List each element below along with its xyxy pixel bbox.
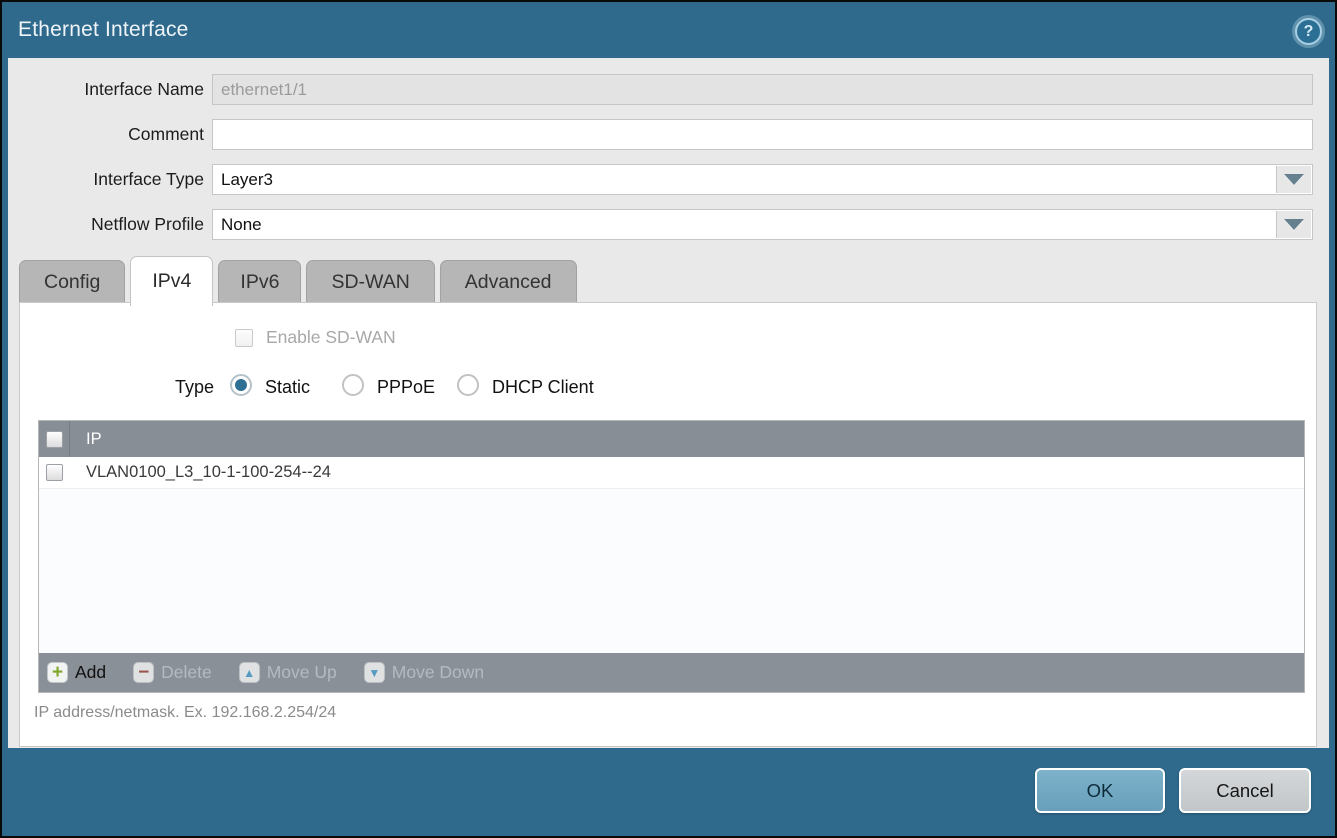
comment-label: Comment bbox=[8, 119, 204, 150]
tab-ipv6-label: IPv6 bbox=[240, 271, 279, 294]
tab-ipv6[interactable]: IPv6 bbox=[218, 260, 301, 304]
add-button[interactable]: + Add bbox=[47, 662, 106, 683]
chevron-down-icon bbox=[1284, 174, 1304, 185]
interface-type-dropdown-button[interactable] bbox=[1276, 166, 1311, 193]
delete-button-label: Delete bbox=[161, 662, 212, 683]
add-button-label: Add bbox=[75, 662, 106, 683]
radio-pppoe[interactable] bbox=[342, 374, 364, 396]
header-checkbox-cell bbox=[39, 421, 70, 457]
ip-hint-text: IP address/netmask. Ex. 192.168.2.254/24 bbox=[34, 704, 336, 722]
arrow-up-icon: ▲ bbox=[239, 662, 260, 683]
netflow-profile-select[interactable]: None bbox=[212, 209, 1313, 240]
radio-static[interactable] bbox=[230, 374, 252, 396]
enable-sdwan-row: Enable SD-WAN bbox=[235, 327, 396, 348]
tab-config-label: Config bbox=[44, 271, 100, 294]
dialog-title: Ethernet Interface bbox=[18, 18, 189, 42]
table-toolbar: + Add − Delete ▲ Move Up ▼ Move Down bbox=[39, 653, 1304, 692]
ipv4-panel: Enable SD-WAN Type Static PPPoE DHCP Cli… bbox=[19, 302, 1317, 747]
comment-input[interactable] bbox=[212, 119, 1313, 150]
tab-ipv4[interactable]: IPv4 bbox=[130, 256, 213, 306]
move-down-button-label: Move Down bbox=[392, 662, 484, 683]
move-down-button: ▼ Move Down bbox=[364, 662, 484, 683]
delete-button: − Delete bbox=[133, 662, 212, 683]
netflow-profile-dropdown-button[interactable] bbox=[1276, 211, 1311, 238]
chevron-down-icon bbox=[1284, 219, 1304, 230]
interface-name-value: ethernet1/1 bbox=[213, 75, 1312, 104]
tab-sdwan-label: SD-WAN bbox=[331, 271, 409, 294]
interface-name-label: Interface Name bbox=[8, 74, 204, 105]
arrow-down-icon: ▼ bbox=[364, 662, 385, 683]
interface-type-value: Layer3 bbox=[213, 165, 1312, 194]
radio-dot bbox=[235, 379, 247, 391]
plus-icon: + bbox=[47, 662, 68, 683]
netflow-profile-label: Netflow Profile bbox=[8, 209, 204, 240]
row-ip-value: VLAN0100_L3_10-1-100-254--24 bbox=[70, 463, 331, 482]
netflow-profile-value: None bbox=[213, 210, 1312, 239]
enable-sdwan-label: Enable SD-WAN bbox=[266, 327, 396, 348]
ethernet-interface-dialog: Ethernet Interface ? Interface Name ethe… bbox=[0, 0, 1337, 838]
cancel-button[interactable]: Cancel bbox=[1179, 768, 1311, 813]
comment-row: Comment bbox=[8, 119, 1329, 150]
tab-bar: Config IPv4 IPv6 SD-WAN Advanced bbox=[19, 254, 577, 304]
ip-table: IP VLAN0100_L3_10-1-100-254--24 + Add − bbox=[38, 420, 1305, 693]
minus-icon: − bbox=[133, 662, 154, 683]
interface-name-row: Interface Name ethernet1/1 bbox=[8, 74, 1329, 105]
tab-advanced-label: Advanced bbox=[465, 271, 552, 294]
tab-sdwan[interactable]: SD-WAN bbox=[306, 260, 434, 304]
radio-dot bbox=[462, 379, 474, 391]
enable-sdwan-checkbox bbox=[235, 329, 253, 347]
tab-config[interactable]: Config bbox=[19, 260, 125, 304]
tab-advanced[interactable]: Advanced bbox=[440, 260, 577, 304]
table-row[interactable]: VLAN0100_L3_10-1-100-254--24 bbox=[39, 457, 1304, 489]
select-all-checkbox[interactable] bbox=[46, 431, 63, 448]
interface-type-row: Interface Type Layer3 bbox=[8, 164, 1329, 195]
ip-column-header: IP bbox=[70, 430, 102, 449]
row-checkbox-cell bbox=[39, 464, 70, 481]
netflow-profile-row: Netflow Profile None bbox=[8, 209, 1329, 240]
move-up-button: ▲ Move Up bbox=[239, 662, 337, 683]
ip-table-header: IP bbox=[39, 421, 1304, 457]
row-checkbox[interactable] bbox=[46, 464, 63, 481]
tab-ipv4-label: IPv4 bbox=[152, 270, 191, 293]
ok-button[interactable]: OK bbox=[1035, 768, 1165, 813]
interface-type-label: Interface Type bbox=[8, 164, 204, 195]
radio-dhcp-client-label[interactable]: DHCP Client bbox=[492, 377, 594, 398]
help-icon[interactable]: ? bbox=[1295, 18, 1322, 45]
radio-pppoe-label[interactable]: PPPoE bbox=[377, 377, 435, 398]
move-up-button-label: Move Up bbox=[267, 662, 337, 683]
radio-dot bbox=[347, 379, 359, 391]
dialog-body: Interface Name ethernet1/1 Comment Inter… bbox=[8, 58, 1329, 748]
radio-static-label[interactable]: Static bbox=[265, 377, 310, 398]
radio-dhcp-client[interactable] bbox=[457, 374, 479, 396]
type-label: Type bbox=[130, 377, 214, 398]
interface-name-input: ethernet1/1 bbox=[212, 74, 1313, 105]
dialog-titlebar: Ethernet Interface ? bbox=[2, 2, 1335, 58]
interface-type-select[interactable]: Layer3 bbox=[212, 164, 1313, 195]
